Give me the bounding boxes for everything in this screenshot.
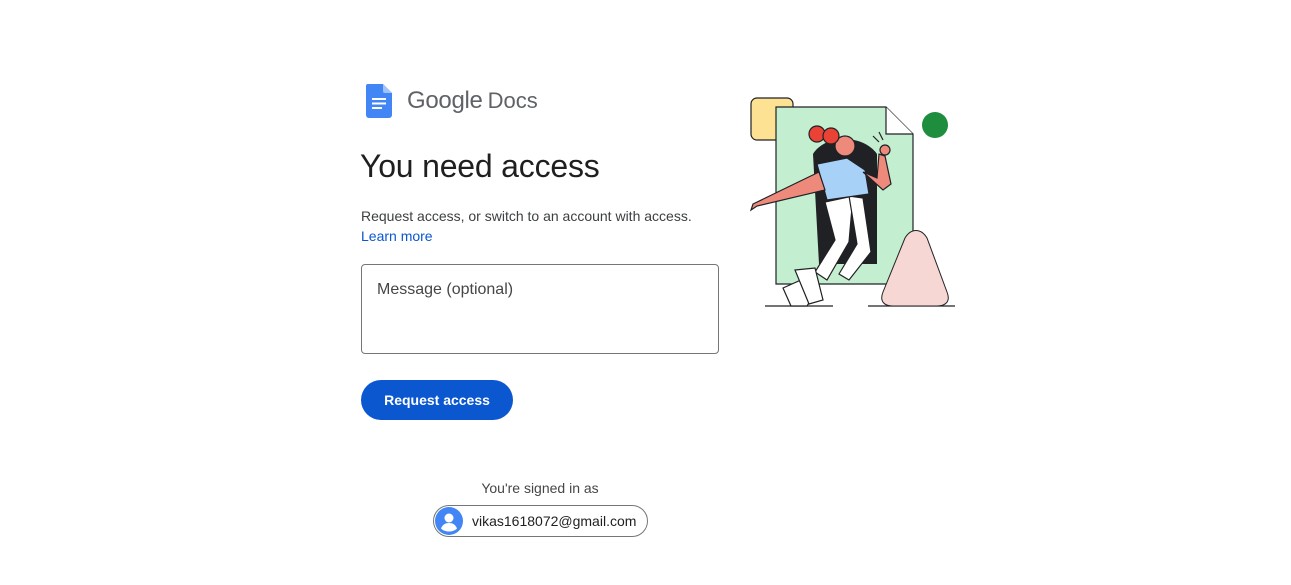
access-description: Request access, or switch to an account … bbox=[361, 208, 692, 224]
product-logo: Google Docs bbox=[366, 83, 538, 119]
green-circle-shape bbox=[922, 112, 948, 138]
account-avatar-icon bbox=[435, 507, 463, 535]
account-chip[interactable]: vikas1618072@gmail.com bbox=[433, 505, 648, 537]
page-title: You need access bbox=[360, 148, 600, 184]
learn-more-link[interactable]: Learn more bbox=[361, 226, 433, 246]
account-email: vikas1618072@gmail.com bbox=[472, 513, 637, 529]
request-access-button[interactable]: Request access bbox=[361, 380, 513, 420]
access-page: Google Docs You need access Request acce… bbox=[0, 0, 1291, 585]
signed-in-label: You're signed in as bbox=[481, 480, 599, 496]
message-input[interactable] bbox=[361, 264, 719, 354]
google-docs-icon bbox=[366, 84, 392, 118]
access-illustration bbox=[749, 97, 955, 307]
logo-google-text: Google bbox=[407, 87, 483, 114]
logo-product-text: Docs bbox=[487, 88, 538, 113]
